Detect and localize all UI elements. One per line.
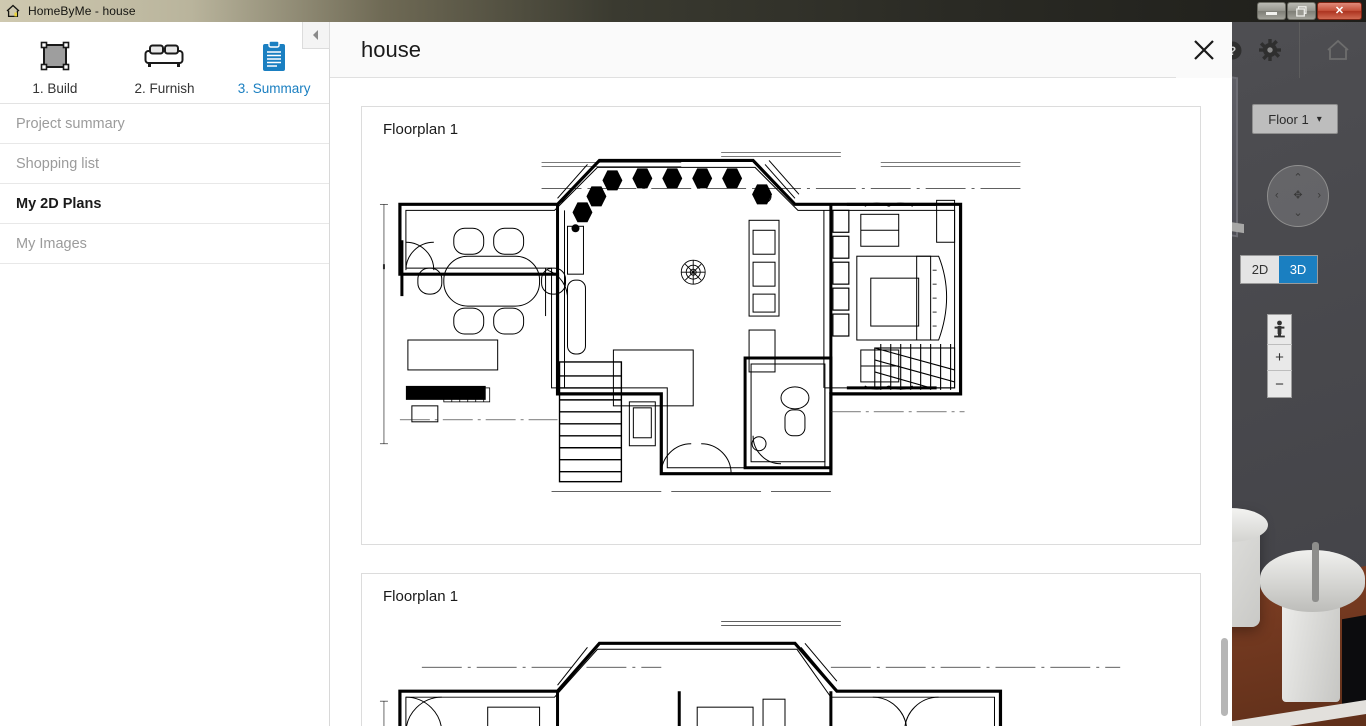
view-mode-3d-button[interactable]: 3D [1279,256,1317,283]
minimize-button[interactable] [1257,2,1286,20]
application-window: HomeByMe - house ✕ ? Floor 1 ▾ ⌃ ⌄ ‹ › ✥… [0,0,1366,726]
viewport-dark-panel [1342,608,1366,715]
sidebar-item-my-images[interactable]: My Images [0,224,329,264]
floorplan-drawing-upper [362,611,1200,726]
home-icon[interactable] [1310,22,1366,78]
floorplan-card[interactable]: Floorplan 1 [361,106,1201,545]
viewport-icon-group: ? [1213,22,1366,78]
sidebar-step-furnish[interactable]: 2. Furnish [112,39,216,96]
sidebar-step-build[interactable]: 1. Build [3,39,107,96]
sidebar-step-build-label: 1. Build [32,81,78,96]
collapse-sidebar-button[interactable] [302,22,330,49]
sidebar-item-my-2d-plans[interactable]: My 2D Plans [0,184,329,224]
restore-button[interactable] [1287,2,1316,20]
chevron-left-icon [313,30,318,40]
sidebar-step-summary-label: 3. Summary [237,81,311,96]
floor-selector[interactable]: Floor 1 ▾ [1252,104,1338,134]
floorplan-card-title: Floorplan 1 [383,588,459,605]
window-title: HomeByMe - house [28,4,136,18]
panel-body[interactable]: Floorplan 1 Floorplan 1 [330,78,1232,726]
view-mode-toggle: 2D 3D [1240,255,1318,284]
toolbar-divider [1299,22,1300,78]
close-panel-button[interactable] [1176,22,1232,78]
navigation-pad[interactable]: ⌃ ⌄ ‹ › ✥ [1267,165,1329,227]
chevron-down-icon: ▾ [1316,113,1322,125]
sidebar-step-furnish-label: 2. Furnish [134,81,195,96]
nav-right-icon[interactable]: › [1317,190,1321,202]
zoom-in-button[interactable]: + [1267,345,1292,371]
sidebar-menu: Project summary Shopping list My 2D Plan… [0,104,329,264]
floor-selector-label: Floor 1 [1268,111,1309,127]
room-shape-icon [3,39,107,73]
panel-header: house [330,22,1232,78]
nav-center-icon[interactable]: ✥ [1293,190,1302,202]
scrollbar-thumb[interactable] [1221,638,1228,716]
zoom-controls: + − [1267,314,1292,398]
nav-left-icon[interactable]: ‹ [1275,190,1279,202]
left-sidebar: 1. Build 2. Furnish 3. Summary Project s… [0,22,330,726]
summary-panel: house Floorplan 1 Floorplan 1 [330,22,1232,726]
gear-icon[interactable] [1251,22,1289,78]
app-icon [3,0,23,22]
sidebar-item-shopping-list[interactable]: Shopping list [0,144,329,184]
zoom-out-button[interactable]: − [1267,371,1292,397]
view-mode-2d-button[interactable]: 2D [1241,256,1279,283]
floorplan-card-title: Floorplan 1 [383,121,459,138]
workflow-steps: 1. Build 2. Furnish 3. Summary [0,22,329,104]
viewport-faucet [1312,542,1319,602]
person-icon[interactable] [1267,315,1292,345]
nav-up-icon[interactable]: ⌃ [1293,173,1302,184]
close-window-button[interactable]: ✕ [1317,2,1362,20]
page-title: house [361,36,421,62]
sofa-icon [112,39,216,73]
floorplan-card[interactable]: Floorplan 1 [361,573,1201,726]
nav-down-icon[interactable]: ⌄ [1293,208,1302,219]
panel-scrollbar[interactable] [1221,78,1228,726]
window-controls: ✕ [1257,0,1366,22]
sidebar-item-project-summary[interactable]: Project summary [0,104,329,144]
window-titlebar: HomeByMe - house ✕ [0,0,1366,22]
floorplan-drawing-ground [362,144,1200,544]
